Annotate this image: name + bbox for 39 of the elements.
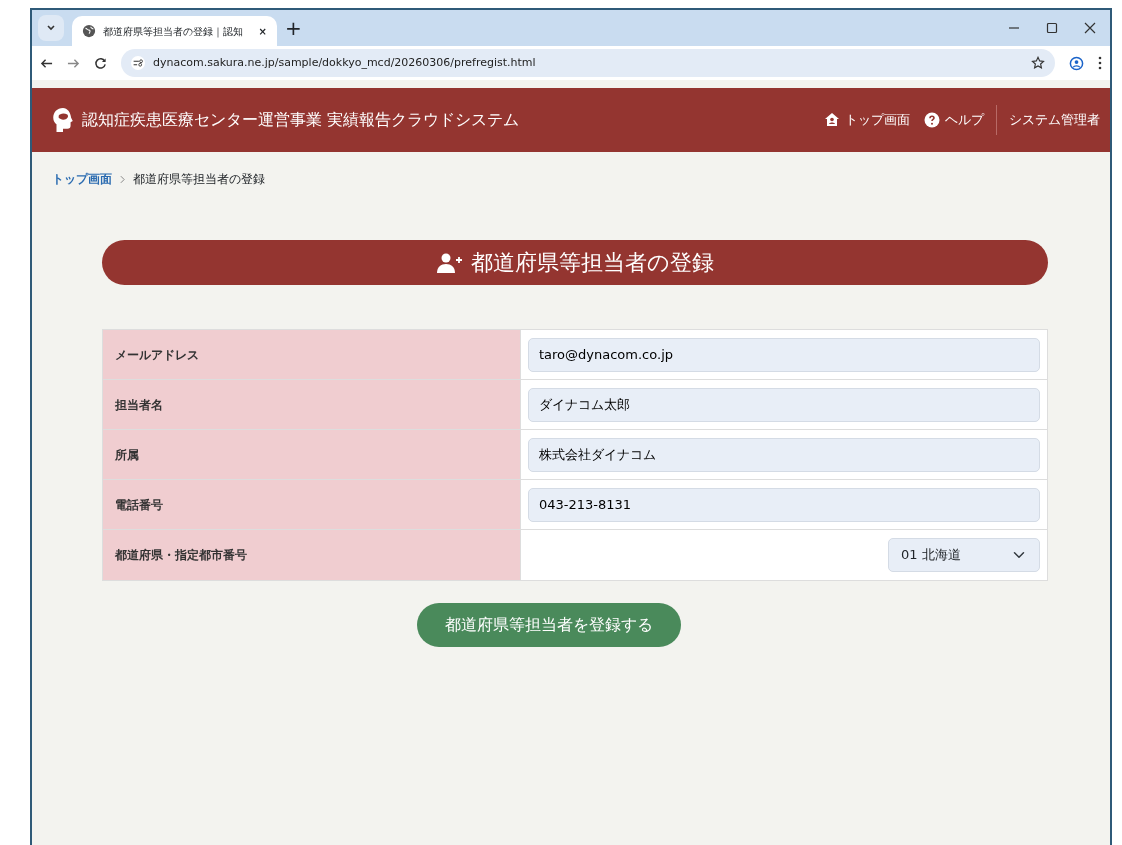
reload-icon[interactable] <box>94 56 107 70</box>
chevron-right-icon <box>120 174 125 184</box>
prefecture-select[interactable]: 01 北海道 <box>888 538 1040 572</box>
address-bar[interactable]: dynacom.sakura.ne.jp/sample/dokkyo_mcd/20260306/prefregist.html <box>121 49 1055 77</box>
field-label: 担当者名 <box>103 380 521 429</box>
page-title: 都道府県等担当者の登録 <box>470 249 714 277</box>
text-field[interactable]: 043-213-8131 <box>528 487 1040 522</box>
app-title: 認知症疾患医療センター運営事業 実績報告クラウドシステム <box>82 109 521 131</box>
breadcrumb-current: 都道府県等担当者の登録 <box>133 171 265 188</box>
star-icon[interactable] <box>1031 56 1045 70</box>
tab-close-button[interactable]: × <box>258 23 267 39</box>
text-field[interactable]: 株式会社ダイナコム <box>528 437 1040 472</box>
site-settings-icon[interactable] <box>131 56 145 70</box>
field-label: 電話番号 <box>103 480 521 529</box>
head-logo-icon <box>52 107 74 133</box>
close-icon[interactable] <box>1084 22 1096 34</box>
register-button[interactable]: 都道府県等担当者を登録する <box>417 603 681 647</box>
new-tab-button[interactable]: + <box>285 13 302 43</box>
field-label: メールアドレス <box>103 330 521 379</box>
add-user-icon <box>436 252 463 273</box>
field-label: 所属 <box>103 430 521 479</box>
nav-link[interactable]: トップ画面 <box>824 110 910 130</box>
help-icon <box>924 112 940 128</box>
breadcrumb-link[interactable]: トップ画面 <box>52 170 112 188</box>
globe-icon <box>82 24 96 38</box>
text-field[interactable]: taro@dynacom.co.jp <box>528 337 1040 372</box>
tab-list-button[interactable] <box>38 15 64 41</box>
profile-icon[interactable] <box>1069 55 1084 71</box>
browser-tab[interactable]: 都道府県等担当者の登録｜認知 × <box>72 16 277 46</box>
user-name: システム管理者 <box>1009 111 1100 130</box>
url-text: dynacom.sakura.ne.jp/sample/dokkyo_mcd/20260306/prefregist.html <box>153 54 537 71</box>
maximize-icon[interactable] <box>1046 22 1058 34</box>
chevron-down-icon <box>46 23 56 33</box>
more-menu-icon[interactable] <box>1098 56 1102 70</box>
tab-title: 都道府県等担当者の登録｜認知 <box>103 24 244 39</box>
home-icon <box>824 112 840 128</box>
field-label: 都道府県・指定都市番号 <box>103 530 521 580</box>
text-field[interactable]: ダイナコム太郎 <box>528 387 1040 422</box>
nav-link[interactable]: ヘルプ <box>924 110 984 130</box>
